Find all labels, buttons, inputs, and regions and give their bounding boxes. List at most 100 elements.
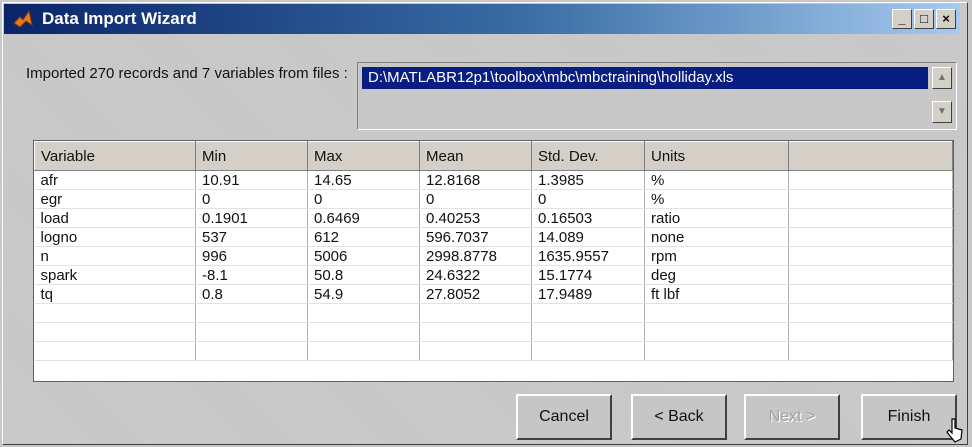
- table-row[interactable]: [34, 303, 953, 323]
- scroll-up-icon[interactable]: ▲: [932, 67, 952, 89]
- variables-table[interactable]: Variable Min Max Mean Std. Dev. Units af…: [33, 140, 954, 382]
- cell-min[interactable]: 10.91: [195, 170, 308, 190]
- cell-std-dev[interactable]: 15.1774: [531, 265, 645, 285]
- cell-variable[interactable]: tq: [34, 284, 196, 304]
- cell-std-dev[interactable]: 0.16503: [531, 208, 645, 228]
- cell-mean[interactable]: 12.8168: [419, 170, 532, 190]
- table-row[interactable]: tq 0.8 54.9 27.8052 17.9489 ft lbf: [34, 284, 953, 304]
- cancel-button[interactable]: Cancel: [516, 394, 612, 440]
- table-row[interactable]: egr 0 0 0 0%: [34, 189, 953, 209]
- cell-max[interactable]: 0: [307, 189, 420, 209]
- cell-max[interactable]: [307, 341, 420, 361]
- cell-extra[interactable]: [788, 341, 953, 361]
- table-row[interactable]: logno 537 612 596.7037 14.089 none: [34, 227, 953, 247]
- cell-std-dev[interactable]: 14.089: [531, 227, 645, 247]
- cell-std-dev[interactable]: 17.9489: [531, 284, 645, 304]
- close-button[interactable]: ×: [936, 9, 956, 29]
- column-header-std-dev[interactable]: Std. Dev.: [531, 141, 645, 171]
- cell-min[interactable]: [195, 303, 308, 323]
- file-list[interactable]: D:\MATLABR12p1\toolbox\mbc\mbctraining\h…: [357, 62, 957, 130]
- cell-extra[interactable]: [788, 303, 953, 323]
- back-button[interactable]: < Back: [631, 394, 727, 440]
- cell-mean[interactable]: 0: [419, 189, 532, 209]
- cell-min[interactable]: [195, 322, 308, 342]
- cell-mean[interactable]: 596.7037: [419, 227, 532, 247]
- cell-max[interactable]: 54.9: [307, 284, 420, 304]
- cell-min[interactable]: 0: [195, 189, 308, 209]
- cell-variable[interactable]: [34, 322, 196, 342]
- cell-min[interactable]: -8.1: [195, 265, 308, 285]
- cell-min[interactable]: 537: [195, 227, 308, 247]
- cell-variable[interactable]: [34, 341, 196, 361]
- cell-units[interactable]: ratio: [644, 208, 789, 228]
- table-row[interactable]: load 0.1901 0.6469 0.40253 0.16503 ratio: [34, 208, 953, 228]
- cell-std-dev[interactable]: [531, 303, 645, 323]
- cell-extra[interactable]: [788, 265, 953, 285]
- cell-variable[interactable]: n: [34, 246, 196, 266]
- file-list-item-selected[interactable]: D:\MATLABR12p1\toolbox\mbc\mbctraining\h…: [362, 67, 928, 89]
- cell-min[interactable]: 996: [195, 246, 308, 266]
- cell-max[interactable]: 0.6469: [307, 208, 420, 228]
- cell-extra[interactable]: [788, 322, 953, 342]
- cell-variable[interactable]: spark: [34, 265, 196, 285]
- cell-min[interactable]: 0.8: [195, 284, 308, 304]
- cell-units[interactable]: [644, 341, 789, 361]
- title-bar[interactable]: Data Import Wizard _ □ ×: [4, 4, 960, 34]
- maximize-button[interactable]: □: [914, 9, 934, 29]
- cell-variable[interactable]: egr: [34, 189, 196, 209]
- cell-mean[interactable]: [419, 341, 532, 361]
- cell-min[interactable]: 0.1901: [195, 208, 308, 228]
- cell-max[interactable]: 14.65: [307, 170, 420, 190]
- cell-std-dev[interactable]: 1.3985: [531, 170, 645, 190]
- cell-variable[interactable]: logno: [34, 227, 196, 247]
- table-row[interactable]: [34, 341, 953, 361]
- file-list-scrollbar[interactable]: ▲ ▼: [932, 67, 952, 125]
- cell-max[interactable]: 5006: [307, 246, 420, 266]
- cell-mean[interactable]: 2998.8778: [419, 246, 532, 266]
- cell-max[interactable]: [307, 303, 420, 323]
- cell-max[interactable]: 612: [307, 227, 420, 247]
- cell-std-dev[interactable]: [531, 341, 645, 361]
- cell-extra[interactable]: [788, 227, 953, 247]
- cell-std-dev[interactable]: 0: [531, 189, 645, 209]
- cell-extra[interactable]: [788, 246, 953, 266]
- column-header-empty[interactable]: [788, 141, 953, 171]
- cell-units[interactable]: [644, 322, 789, 342]
- table-row[interactable]: spark -8.1 50.8 24.6322 15.1774 deg: [34, 265, 953, 285]
- cell-extra[interactable]: [788, 284, 953, 304]
- next-button[interactable]: Next >: [744, 394, 840, 440]
- cell-units[interactable]: %: [644, 189, 789, 209]
- column-header-mean[interactable]: Mean: [419, 141, 532, 171]
- cell-mean[interactable]: 0.40253: [419, 208, 532, 228]
- cell-std-dev[interactable]: 1635.9557: [531, 246, 645, 266]
- cell-max[interactable]: 50.8: [307, 265, 420, 285]
- column-header-min[interactable]: Min: [195, 141, 308, 171]
- table-row[interactable]: n 996 5006 2998.8778 1635.9557 rpm: [34, 246, 953, 266]
- column-header-max[interactable]: Max: [307, 141, 420, 171]
- cell-mean[interactable]: 27.8052: [419, 284, 532, 304]
- finish-button[interactable]: Finish: [861, 394, 957, 440]
- cell-units[interactable]: rpm: [644, 246, 789, 266]
- cell-min[interactable]: [195, 341, 308, 361]
- minimize-button[interactable]: _: [892, 9, 912, 29]
- cell-units[interactable]: [644, 303, 789, 323]
- cell-std-dev[interactable]: [531, 322, 645, 342]
- cell-extra[interactable]: [788, 208, 953, 228]
- cell-variable[interactable]: load: [34, 208, 196, 228]
- cell-units[interactable]: %: [644, 170, 789, 190]
- table-row[interactable]: [34, 322, 953, 342]
- cell-extra[interactable]: [788, 170, 953, 190]
- column-header-variable[interactable]: Variable: [34, 141, 196, 171]
- cell-mean[interactable]: [419, 322, 532, 342]
- cell-units[interactable]: deg: [644, 265, 789, 285]
- cell-variable[interactable]: afr: [34, 170, 196, 190]
- cell-units[interactable]: none: [644, 227, 789, 247]
- scroll-down-icon[interactable]: ▼: [932, 101, 952, 123]
- cell-mean[interactable]: 24.6322: [419, 265, 532, 285]
- table-row[interactable]: afr 10.91 14.65 12.8168 1.3985%: [34, 170, 953, 190]
- cell-max[interactable]: [307, 322, 420, 342]
- cell-extra[interactable]: [788, 189, 953, 209]
- cell-variable[interactable]: [34, 303, 196, 323]
- cell-mean[interactable]: [419, 303, 532, 323]
- cell-units[interactable]: ft lbf: [644, 284, 789, 304]
